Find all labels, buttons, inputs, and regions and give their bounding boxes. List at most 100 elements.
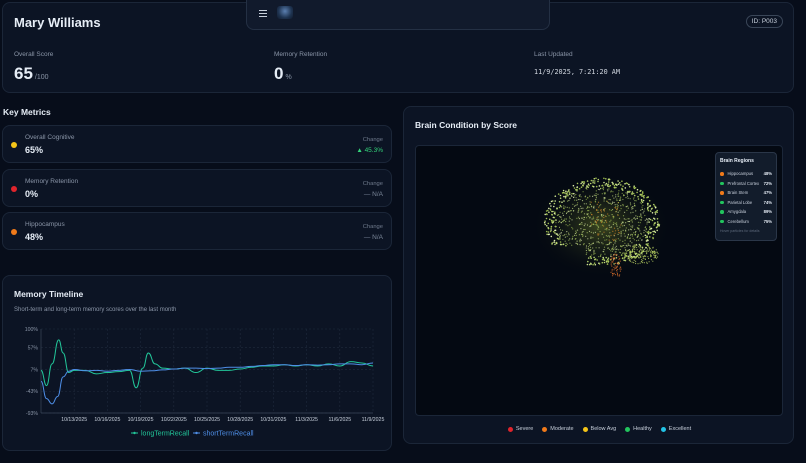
region-row[interactable]: Prefrontal Cortex 72% [720,179,772,189]
region-dot [720,172,724,176]
metric-card-hippocampus: Hippocampus 48% Change — N/A [2,212,392,250]
metric-label: Memory Retention [25,178,79,185]
memory-retention: 0% [274,64,292,84]
region-dot [720,210,724,214]
change-label: Change [362,181,383,187]
legend-item-excellent[interactable]: Excellent [660,426,691,432]
last-updated-label: Last Updated [534,51,573,58]
x-tick-label: 11/9/2025 [362,417,385,423]
hamburger-menu-icon[interactable] [259,10,267,18]
x-tick-label: 10/25/2025 [194,417,220,423]
top-nav [246,0,550,30]
x-tick-label: 11/6/2025 [328,417,351,423]
overall-score: 65/100 [14,64,49,84]
legend-label: Below Avg [590,426,617,432]
y-tick-label: 100% [25,327,39,333]
region-row[interactable]: Parietal Lobe 74% [720,198,772,208]
brain-logo-icon[interactable] [277,6,293,19]
chart-legend-item-longTermRecall[interactable]: longTermRecall [131,431,190,438]
regions-list: Hippocampus 48% Prefrontal Cortex 72% Brain … [720,169,772,226]
patient-id-badge: ID: P003 [745,15,783,28]
overall-score-label: Overall Score [14,51,54,58]
legend-item-severe[interactable]: Severe [507,426,533,432]
chart-legend-item-shortTermRecall[interactable]: shortTermRecall [193,431,254,438]
memory-retention-label: Memory Retention [274,51,328,58]
patient-name: Mary Williams [14,15,101,30]
legend-item-healthy[interactable]: Healthy [625,426,652,432]
change-label: Change [362,137,383,143]
memory-retention-value: 0 [274,64,284,83]
region-value: 48% [763,171,772,177]
legend-label: Healthy [633,426,652,432]
legend-label: longTermRecall [141,431,190,438]
region-name: Prefrontal Cortex [727,180,760,186]
y-tick-label: -43% [26,389,38,395]
x-tick-label: 10/19/2025 [128,417,154,423]
x-tick-label: 10/28/2025 [227,417,253,423]
memory-timeline-card: Memory Timeline Short-term and long-term… [2,275,392,451]
region-dot [720,219,724,223]
legend-item-below-avg[interactable]: Below Avg [582,426,617,432]
metric-card-memory-retention: Memory Retention 0% Change — N/A [2,169,392,207]
y-tick-label: 7% [31,367,39,373]
status-dot [11,142,17,148]
region-row[interactable]: Amygdala 89% [720,207,772,217]
region-value: 72% [763,180,772,186]
legend-dot [582,426,588,432]
metric-value: 48% [25,232,44,242]
region-dot [720,191,724,195]
legend-dot [625,426,631,432]
legend-dot [542,426,548,432]
region-dot [720,200,724,204]
memory-retention-unit: % [285,74,292,81]
legend-label: shortTermRecall [203,431,254,438]
region-row[interactable]: Cerebellum 75% [720,217,772,227]
region-name: Amygdala [727,209,747,215]
region-value: 74% [763,199,772,205]
metric-value: 0% [25,189,39,199]
legend-dot [660,426,666,432]
legend-marker [133,431,136,435]
legend-item-moderate[interactable]: Moderate [542,426,574,432]
metric-label: Hippocampus [25,221,65,228]
x-tick-label: 11/3/2025 [295,417,318,423]
region-row[interactable]: Brain Stem 47% [720,188,772,198]
condition-legend: Severe Moderate Below Avg Healthy Excellent [404,426,795,432]
series-line-longTermRecall[interactable] [40,339,374,389]
region-value: 75% [763,218,772,224]
regions-title: Brain Regions [720,158,754,164]
key-metrics-title: Key Metrics [3,107,51,117]
region-name: Parietal Lobe [727,199,753,205]
brain-3d-view[interactable]: Brain Regions Hippocampus 48% Prefrontal C… [415,145,783,416]
change-label: Change [362,224,383,230]
last-updated-value: 11/9/2025, 7:21:20 AM [534,68,620,76]
change-value: ▲ 45.3% [356,147,383,154]
status-dot [11,229,17,235]
change-value: — N/A [363,234,383,241]
metric-label: Overall Cognitive [25,134,75,141]
x-tick-label: 10/16/2025 [94,417,120,423]
regions-hint: Hover particles for details [720,229,760,233]
legend-dot [507,426,513,432]
region-name: Brain Stem [727,190,749,196]
overall-score-value: 65 [14,64,33,83]
metric-card-overall-cognitive: Overall Cognitive 65% Change ▲ 45.3% [2,125,392,163]
region-dot [720,181,724,185]
memory-timeline-chart[interactable]: 100% 57% 7% -43% -93% 10/13/2025 10/16/2025 10/… [3,276,393,452]
x-tick-label: 10/13/2025 [61,417,87,423]
status-dot [11,186,17,192]
x-tick-label: 10/31/2025 [260,417,286,423]
region-name: Hippocampus [727,171,754,177]
brain-glow [531,174,671,278]
overall-score-unit: /100 [34,74,49,81]
y-tick-label: 57% [28,346,39,352]
region-row[interactable]: Hippocampus 48% [720,169,772,179]
y-tick-label: -93% [26,411,38,417]
metric-value: 65% [25,145,44,155]
change-value: — N/A [363,191,383,198]
brain-condition-card: Brain Condition by Score Brain Regions H… [403,106,794,444]
region-value: 47% [763,190,772,196]
region-value: 89% [763,209,772,215]
brain-regions-panel: Brain Regions Hippocampus 48% Prefrontal C… [715,152,777,241]
x-tick-label: 10/22/2025 [161,417,187,423]
